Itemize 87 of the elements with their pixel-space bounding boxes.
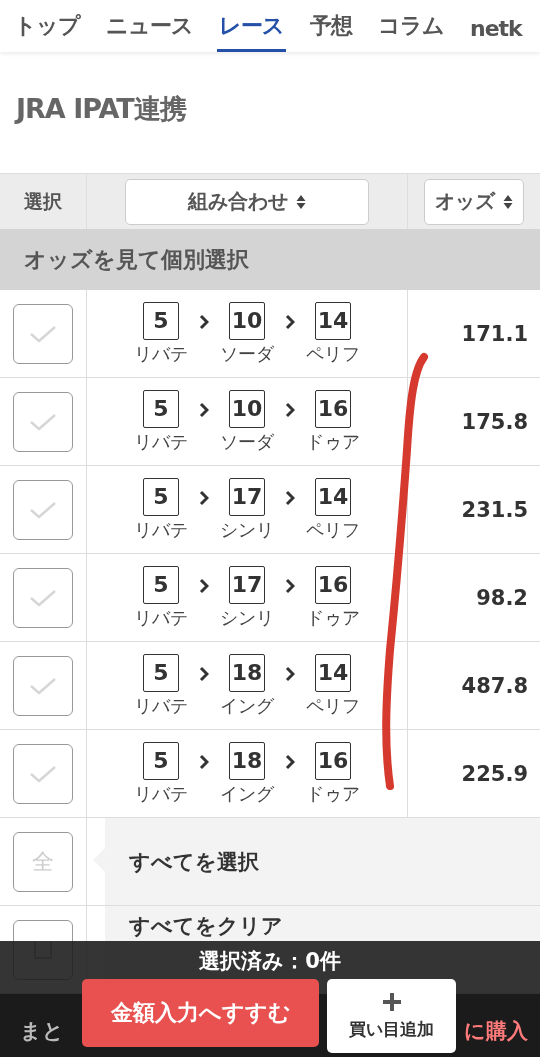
horse-name: リバテ <box>134 605 188 630</box>
checkbox[interactable] <box>13 391 73 452</box>
nav-tab[interactable]: 予想 <box>308 11 354 52</box>
horse-number: 18 <box>229 741 265 780</box>
chevron-icon <box>285 401 295 418</box>
sort-icon <box>503 193 513 210</box>
chevron-icon <box>285 665 295 682</box>
chevron-icon <box>199 489 209 506</box>
nav-tab[interactable]: レース <box>217 11 286 52</box>
menu-item[interactable]: すべてを選択 <box>129 847 259 876</box>
horse-number: 5 <box>143 389 179 428</box>
odds-value: 487.8 <box>461 673 528 698</box>
nav-tab[interactable]: ニュース <box>104 11 195 52</box>
horse-number: 14 <box>315 653 351 692</box>
checkbox[interactable] <box>13 655 73 716</box>
check-icon <box>28 411 58 432</box>
horse-number: 14 <box>315 477 351 516</box>
odds-value: 231.5 <box>461 497 528 522</box>
horse-number: 5 <box>143 477 179 516</box>
horse-name: リバテ <box>134 693 188 718</box>
chevron-icon <box>199 401 209 418</box>
sort-icon <box>296 193 306 210</box>
horse-number: 16 <box>315 389 351 428</box>
chevron-icon <box>285 753 295 770</box>
horse-number: 17 <box>229 477 265 516</box>
odds-value: 171.1 <box>461 321 528 346</box>
nav-tab[interactable]: コラム <box>376 11 446 52</box>
bottom-label: まと <box>20 1018 65 1045</box>
chevron-icon <box>199 577 209 594</box>
horse-name: シンリ <box>220 605 274 630</box>
check-icon <box>28 675 58 696</box>
horse-number: 5 <box>143 741 179 780</box>
checkbox[interactable] <box>13 303 73 364</box>
chevron-icon <box>199 313 209 330</box>
column-header: 選択 <box>24 188 62 214</box>
section-header: オッズを見て個別選択 <box>0 229 540 290</box>
sort-button[interactable]: 組み合わせ <box>125 178 369 225</box>
horse-number: 5 <box>143 653 179 692</box>
checkbox[interactable] <box>13 743 73 804</box>
horse-name: シンリ <box>220 517 274 542</box>
checkbox[interactable] <box>13 479 73 540</box>
horse-name: リバテ <box>134 341 188 366</box>
odds-value: 98.2 <box>476 585 528 610</box>
horse-number: 10 <box>229 301 265 340</box>
horse-name: リバテ <box>134 429 188 454</box>
horse-number: 5 <box>143 301 179 340</box>
horse-name: ドゥア <box>306 605 360 630</box>
add-button[interactable]: 買い目追加 <box>327 979 456 1053</box>
check-icon <box>28 323 58 344</box>
horse-name: ソーダ <box>220 341 274 366</box>
horse-name: リバテ <box>134 781 188 806</box>
chevron-icon <box>285 313 295 330</box>
horse-name: ペリフ <box>306 517 360 542</box>
horse-number: 18 <box>229 653 265 692</box>
horse-number: 16 <box>315 565 351 604</box>
check-icon <box>28 587 58 608</box>
proceed-button[interactable]: 金額入力へすすむ <box>82 979 319 1047</box>
nav-tab[interactable]: netk <box>468 16 524 52</box>
horse-number: 16 <box>315 741 351 780</box>
bottom-label: に購入 <box>464 1018 528 1045</box>
horse-number: 5 <box>143 565 179 604</box>
menu-item[interactable]: すべてをクリア <box>129 912 283 940</box>
horse-name: ペリフ <box>306 341 360 366</box>
checkbox[interactable] <box>13 567 73 628</box>
horse-number: 10 <box>229 389 265 428</box>
check-icon <box>28 763 58 784</box>
horse-name: リバテ <box>134 517 188 542</box>
chevron-icon <box>285 577 295 594</box>
horse-name: イング <box>220 693 274 718</box>
horse-name: ソーダ <box>220 429 274 454</box>
chevron-icon <box>199 753 209 770</box>
horse-name: ペリフ <box>306 693 360 718</box>
horse-name: ドゥア <box>306 429 360 454</box>
page-title: JRA IPAT連携 <box>16 91 186 126</box>
chevron-icon <box>285 489 295 506</box>
odds-value: 225.9 <box>461 761 528 786</box>
sort-button[interactable]: オッズ <box>424 178 524 225</box>
chevron-icon <box>199 665 209 682</box>
plus-icon <box>381 991 402 1012</box>
check-icon <box>28 499 58 520</box>
horse-name: ドゥア <box>306 781 360 806</box>
horse-name: イング <box>220 781 274 806</box>
horse-number: 14 <box>315 301 351 340</box>
selected-count: 選択済み：0件 <box>199 948 341 975</box>
odds-value: 175.8 <box>461 409 528 434</box>
nav-tab[interactable]: トップ <box>12 11 82 52</box>
horse-number: 17 <box>229 565 265 604</box>
